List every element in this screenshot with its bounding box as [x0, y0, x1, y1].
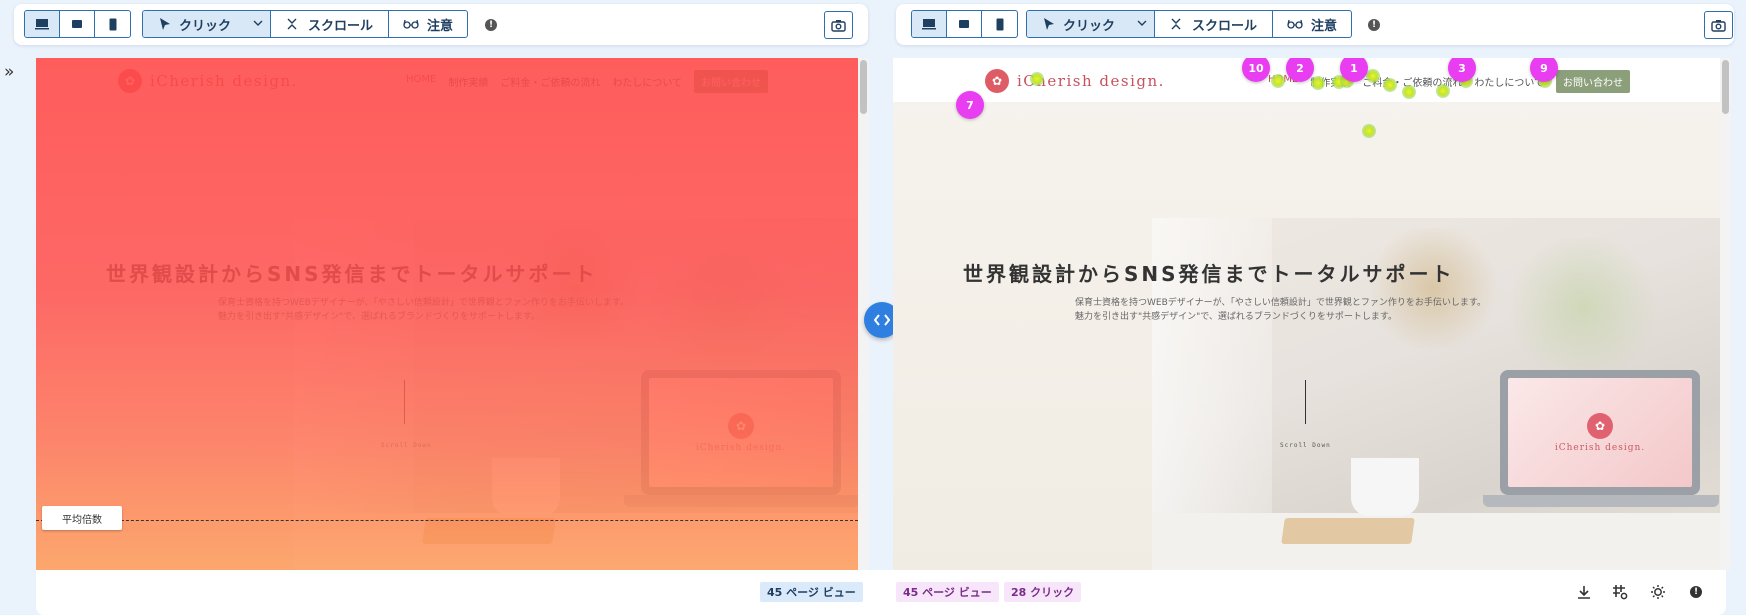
logo-mark: ✿ [985, 69, 1009, 93]
click-dot [1362, 124, 1376, 138]
right-pageviews-badge: 45 ページ ビュー [896, 582, 999, 602]
camera-icon [1711, 19, 1726, 32]
click-dot [1271, 74, 1285, 88]
desktop-view-button[interactable] [912, 11, 947, 37]
camera-icon [831, 19, 846, 32]
tablet-view-button[interactable] [60, 11, 95, 37]
click-mode-label: クリック [1063, 18, 1116, 34]
scroll-down-text: Scroll Down [1280, 442, 1331, 449]
info-glyph: ! [1690, 586, 1702, 598]
scroll-indicator-line [1305, 380, 1306, 424]
device-switcher [24, 10, 131, 38]
chevron-down-icon[interactable] [1136, 16, 1148, 30]
click-rank-pin[interactable]: 7 [956, 91, 984, 119]
tablet-icon [72, 20, 82, 28]
click-mode-button[interactable]: クリック [143, 11, 271, 37]
right-scrollbar[interactable] [1720, 58, 1731, 570]
footer-bar: 45 ページ ビュー 45 ページ ビュー 28 クリック ! [36, 570, 1726, 615]
attention-mode-label: 注意 [426, 18, 453, 34]
click-dot [1383, 78, 1397, 92]
mobile-icon [109, 18, 116, 30]
click-dot [1311, 76, 1325, 90]
click-dot [1436, 84, 1450, 98]
scroll-mode-label: スクロール [1191, 18, 1257, 34]
right-clicks-badge: 28 クリック [1004, 582, 1082, 602]
screenshot-button[interactable] [824, 11, 853, 39]
tablet-view-button[interactable] [947, 11, 982, 37]
photo-bokeh [1503, 238, 1663, 378]
info-icon[interactable]: ! [1688, 584, 1704, 600]
info-icon[interactable]: ! [485, 19, 497, 31]
left-pageviews-badge: 45 ページ ビュー [760, 582, 863, 602]
attention-mode-button[interactable]: 注意 [389, 11, 467, 37]
average-fold-label: 平均倍数 [42, 506, 122, 530]
mobile-view-button[interactable] [982, 11, 1017, 37]
scroll-heatmap-frame: ✿ iCherish design. ✿ iCherish design. HO… [36, 58, 858, 570]
scroll-icon [287, 18, 297, 30]
desktop-view-button[interactable] [25, 11, 60, 37]
glasses-icon [403, 19, 419, 29]
device-switcher [911, 10, 1018, 38]
heatmap-mode-switcher: クリック スクロール 注意 [142, 10, 468, 38]
grid-settings-icon[interactable] [1612, 584, 1628, 600]
chevron-down-icon[interactable] [252, 16, 264, 30]
click-dot [1366, 69, 1380, 83]
click-heatmap-frame: ✿ iCherish design. ✿ iCherish design. HO… [893, 58, 1720, 570]
average-fold-line [36, 520, 858, 521]
glasses-icon [1287, 19, 1303, 29]
logo-mark: ✿ [1587, 412, 1613, 439]
click-dot [1402, 85, 1416, 99]
mobile-view-button[interactable] [95, 11, 130, 37]
laptop-base [1483, 495, 1719, 507]
hero-subtext-line: 魅力を引き出す"共感デザイン"で、選ばれるブランドづくりをサポートします。 [1075, 312, 1398, 322]
screenshot-button[interactable] [1704, 11, 1733, 39]
nav-contact-button[interactable]: お問い合わせ [1556, 70, 1631, 93]
expand-panel-icon[interactable]: » [4, 62, 14, 82]
hero-subtext-line: 保育士資格を持つWEBデザイナーが、「やさしい信頼設計」で世界観とファン作りをお… [1075, 298, 1487, 308]
scroll-icon [1171, 18, 1181, 30]
attention-mode-button[interactable]: 注意 [1273, 11, 1351, 37]
attention-mode-label: 注意 [1310, 18, 1337, 34]
laptop-image: ✿ iCherish design. [1500, 370, 1700, 495]
laptop-brand-text: iCherish design. [1554, 442, 1646, 453]
tablet-icon [959, 20, 969, 28]
photo-bokeh [1363, 228, 1503, 348]
scroll-mode-label: スクロール [307, 18, 373, 34]
site-logo[interactable]: ✿ iCherish design. [985, 69, 1165, 93]
code-arrows-icon [874, 314, 890, 326]
hero-subtext: 保育士資格を持つWEBデザイナーが、「やさしい信頼設計」で世界観とファン作りをお… [1075, 296, 1486, 324]
cursor-icon [160, 18, 170, 30]
scrollbar-thumb[interactable] [860, 60, 867, 114]
hero-headline: 世界観設計からSNS発信までトータルサポート [963, 262, 1455, 286]
cursor-icon [1044, 18, 1054, 30]
download-icon[interactable] [1576, 584, 1592, 600]
photo-desk [1152, 513, 1720, 570]
scrollbar-thumb[interactable] [1722, 60, 1729, 114]
right-toolbar: クリック スクロール 注意 ! [896, 4, 1734, 45]
click-mode-label: クリック [179, 18, 232, 34]
scroll-mode-button[interactable]: スクロール [271, 11, 389, 37]
mobile-icon [996, 18, 1003, 30]
heatmap-mode-switcher: クリック スクロール 注意 [1026, 10, 1352, 38]
scroll-heatmap-overlay [36, 58, 858, 570]
scroll-mode-button[interactable]: スクロール [1155, 11, 1273, 37]
info-icon[interactable]: ! [1368, 19, 1380, 31]
click-dot [1030, 72, 1044, 86]
desktop-icon [35, 19, 49, 30]
click-mode-button[interactable]: クリック [1027, 11, 1155, 37]
photo-cup [1351, 458, 1419, 516]
brightness-icon[interactable] [1650, 584, 1666, 600]
left-toolbar: クリック スクロール 注意 ! [14, 4, 868, 45]
photo-notebook [1281, 518, 1415, 544]
desktop-icon [922, 19, 936, 30]
